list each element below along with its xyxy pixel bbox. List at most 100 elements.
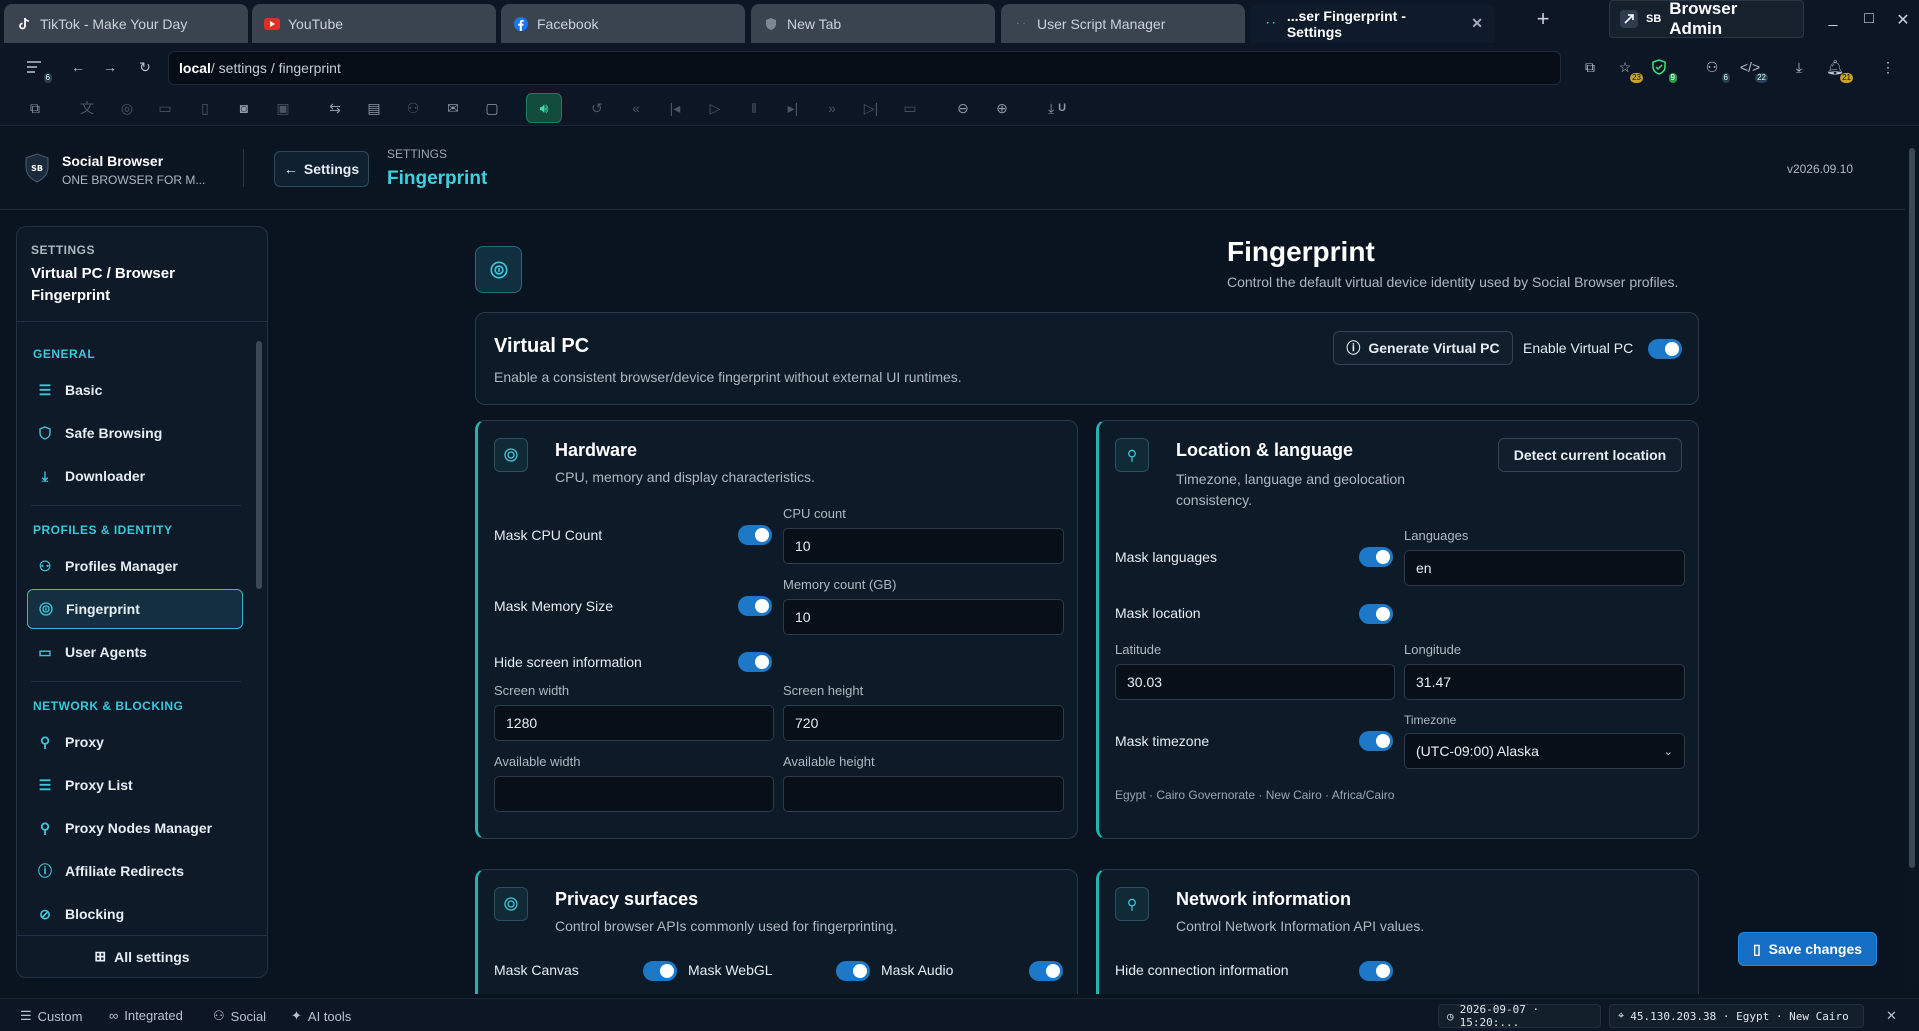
mask-cpu-toggle[interactable] [738, 525, 772, 545]
save-changes-button[interactable]: ▯ Save changes [1738, 932, 1877, 966]
prev-icon[interactable]: |◂ [663, 96, 687, 120]
maximize-icon[interactable]: □ [1859, 10, 1879, 30]
hide-connection-toggle[interactable] [1359, 961, 1393, 981]
sidebar-item-basic[interactable]: ☰ Basic [27, 370, 243, 410]
sidebar-item-user-agents[interactable]: ▭ User Agents [27, 632, 243, 672]
reload-icon[interactable]: ↻ [133, 55, 157, 79]
status-custom[interactable]: ☰ Custom [20, 1008, 82, 1024]
users-icon[interactable]: ⚇ [401, 96, 425, 120]
status-integrated[interactable]: ∞ Integrated [109, 1008, 183, 1023]
forward-arrow-icon[interactable]: → [98, 55, 122, 79]
sidebar-scroll-thumb[interactable] [256, 341, 262, 589]
status-ai-tools[interactable]: ✦ AI tools [291, 1008, 351, 1024]
close-tab-icon[interactable]: ✕ [1471, 15, 1483, 32]
sidebar-item-blocking[interactable]: ⊘ Blocking [27, 894, 243, 934]
enable-virtual-pc-toggle[interactable] [1648, 339, 1682, 359]
translate-icon[interactable]: 文 [75, 96, 99, 120]
sidebar-item-proxy-nodes-manager[interactable]: ⚲ Proxy Nodes Manager [27, 808, 243, 848]
new-tab-button[interactable]: + [1531, 8, 1555, 32]
tab-fingerprint-settings[interactable]: · · ...ser Fingerprint - Settings ✕ [1251, 4, 1495, 43]
mask-timezone-toggle[interactable] [1359, 731, 1393, 751]
mask-webgl-toggle[interactable] [836, 961, 870, 981]
memory-input[interactable]: 10 [783, 599, 1064, 635]
all-settings-button[interactable]: ⊞ All settings [17, 935, 267, 977]
download-icon[interactable]: ⤓ [1787, 55, 1811, 79]
undo-icon[interactable]: ↺ [585, 96, 609, 120]
share-icon[interactable]: ⇆ [323, 96, 347, 120]
mail-icon[interactable]: ✉ [441, 96, 465, 120]
cpu-count-input[interactable]: 10 [783, 528, 1064, 564]
tabs-menu-icon[interactable]: 6 [22, 55, 52, 83]
extensions-icon[interactable]: ⚇ 6 [1700, 55, 1730, 83]
latitude-input[interactable]: 30.03 [1115, 664, 1395, 700]
star-icon[interactable]: ☆ 23 [1613, 55, 1643, 83]
code-icon[interactable]: </> 22 [1738, 55, 1768, 83]
next-icon[interactable]: ▸| [781, 96, 805, 120]
sidebar-item-label: Proxy Nodes Manager [65, 820, 213, 836]
back-arrow-icon[interactable]: ← [66, 55, 90, 79]
save-page-icon[interactable]: ▣ [271, 96, 295, 120]
tab-tiktok[interactable]: TikTok - Make Your Day [4, 4, 248, 43]
pause-icon[interactable]: ‖ [742, 96, 766, 120]
tab-facebook[interactable]: Facebook [501, 4, 745, 43]
available-height-input[interactable] [783, 776, 1064, 812]
detect-location-button[interactable]: Detect current location [1498, 438, 1682, 472]
tv-icon[interactable]: ▭ [898, 96, 922, 120]
address-bar[interactable]: local / settings / fingerprint [168, 51, 1561, 85]
page-scrollbar[interactable] [1905, 128, 1919, 990]
timezone-select[interactable]: (UTC-09:00) Alaska ⌄ [1404, 733, 1685, 769]
tab-youtube[interactable]: YouTube [252, 4, 496, 43]
tab-new-tab[interactable]: New Tab [751, 4, 995, 43]
mask-languages-toggle[interactable] [1359, 547, 1393, 567]
chat-icon[interactable]: ▢ [480, 96, 504, 120]
zoom-out-icon[interactable]: ⊖ [951, 96, 975, 120]
phone-icon[interactable]: ▯ [193, 96, 217, 120]
mask-memory-toggle[interactable] [738, 596, 772, 616]
hide-screen-toggle[interactable] [738, 652, 772, 672]
window-close-icon[interactable]: ✕ [1893, 10, 1913, 30]
more-vert-icon[interactable]: ⋮ [1876, 55, 1900, 79]
id-card-icon[interactable]: ▤ [362, 96, 386, 120]
sidebar-item-proxy[interactable]: ⚲ Proxy [27, 722, 243, 762]
sound-icon[interactable]: 🔊︎ [526, 93, 562, 123]
camera-icon[interactable]: ◙ [232, 96, 256, 120]
sidebar-item-affiliate-redirects[interactable]: ⓘ Affiliate Redirects [27, 851, 243, 891]
sidebar-scrollbar[interactable] [255, 327, 263, 934]
play-icon[interactable]: ▷ [703, 96, 727, 120]
status-social[interactable]: ⚇ Social [213, 1008, 266, 1024]
status-close-icon[interactable]: ✕ [1886, 1008, 1897, 1024]
bell-icon[interactable]: 🔔︎ 21 [1823, 55, 1853, 83]
page-title: Fingerprint [1227, 236, 1375, 267]
sidebar-item-downloader[interactable]: ⤓ Downloader [27, 456, 243, 496]
mask-audio-toggle[interactable] [1029, 961, 1063, 981]
minimize-icon[interactable]: _ [1823, 10, 1843, 30]
sidebar-item-safe-browsing[interactable]: Safe Browsing [27, 413, 243, 453]
screen-width-input[interactable]: 1280 [494, 705, 774, 741]
back-to-settings-button[interactable]: ← Settings [274, 151, 369, 187]
network-information-card: ⚲ Network information Control Network In… [1096, 869, 1699, 994]
page-scroll-thumb[interactable] [1909, 148, 1915, 868]
shield-check-icon[interactable]: 9 [1647, 55, 1677, 83]
download-u-button[interactable]: ⤓ U [1039, 96, 1075, 120]
languages-input[interactable]: en [1404, 550, 1685, 586]
zoom-in-icon[interactable]: ⊕ [990, 96, 1014, 120]
rewind-icon[interactable]: « [624, 96, 648, 120]
sidebar-item-proxy-list[interactable]: ☰ Proxy List [27, 765, 243, 805]
available-width-input[interactable] [494, 776, 774, 812]
vpn-icon[interactable]: ◎ [115, 96, 139, 120]
sidebar-item-fingerprint[interactable]: Fingerprint [27, 589, 243, 629]
browser-admin-button[interactable]: SB Browser Admin [1609, 0, 1804, 38]
tab-user-script-manager[interactable]: · · User Script Manager [1001, 4, 1245, 43]
windows-icon[interactable]: ⧉ [23, 96, 47, 120]
mask-canvas-toggle[interactable] [643, 961, 677, 981]
mask-location-toggle[interactable] [1359, 604, 1393, 624]
skip-end-icon[interactable]: ▷| [859, 96, 883, 120]
monitor-icon[interactable]: ▭ [153, 96, 177, 120]
fast-forward-icon[interactable]: » [820, 96, 844, 120]
sidebar-item-profiles-manager[interactable]: ⚇ Profiles Manager [27, 546, 243, 586]
screen-height-input[interactable]: 720 [783, 705, 1064, 741]
longitude-input[interactable]: 31.47 [1404, 664, 1685, 700]
copy-icon[interactable]: ⧉ [1578, 55, 1602, 79]
generate-virtual-pc-button[interactable]: ⓘ Generate Virtual PC [1333, 331, 1513, 365]
available-height-label: Available height [783, 754, 875, 769]
